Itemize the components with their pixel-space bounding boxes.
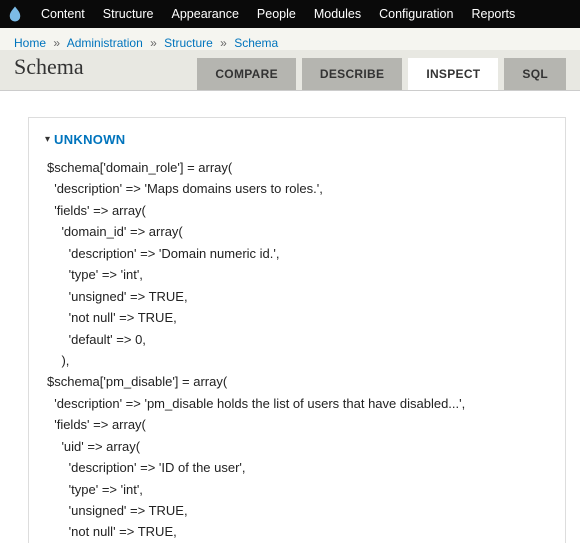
nav-reports[interactable]: Reports — [462, 0, 524, 28]
code-line: 'description' => 'Domain numeric id.', — [47, 243, 549, 264]
caret-down-icon: ▾ — [45, 134, 50, 145]
tab-inspect[interactable]: INSPECT — [408, 58, 498, 90]
breadcrumb-sep: » — [150, 36, 157, 50]
breadcrumb-structure[interactable]: Structure — [164, 36, 213, 50]
drupal-logo-icon — [4, 3, 26, 25]
code-line: ), — [47, 350, 549, 371]
nav-appearance[interactable]: Appearance — [163, 0, 248, 28]
breadcrumb-sep: » — [220, 36, 227, 50]
tab-describe[interactable]: DESCRIBE — [302, 58, 402, 90]
code-line: 'description' => 'Maps domains users to … — [47, 178, 549, 199]
code-line: 'unsigned' => TRUE, — [47, 286, 549, 307]
code-line: 'fields' => array( — [47, 414, 549, 435]
breadcrumb-home[interactable]: Home — [14, 36, 46, 50]
tab-sql[interactable]: SQL — [504, 58, 566, 90]
code-line: 'description' => 'ID of the user', — [47, 457, 549, 478]
code-line: $schema['domain_role'] = array( — [47, 157, 549, 178]
code-line: 'default' => 0, — [47, 329, 549, 350]
nav-structure[interactable]: Structure — [94, 0, 163, 28]
code-line: 'uid' => array( — [47, 436, 549, 457]
code-line: 'type' => 'int', — [47, 264, 549, 285]
nav-modules[interactable]: Modules — [305, 0, 370, 28]
local-tabs: COMPARE DESCRIBE INSPECT SQL — [197, 58, 566, 90]
section-label: UNKNOWN — [54, 132, 125, 147]
breadcrumb: Home » Administration » Structure » Sche… — [0, 28, 580, 50]
main-content: ▾ UNKNOWN $schema['domain_role'] = array… — [0, 91, 580, 543]
code-line: 'not null' => TRUE, — [47, 521, 549, 542]
section-toggle-unknown[interactable]: ▾ UNKNOWN — [45, 132, 549, 147]
title-bar: Schema COMPARE DESCRIBE INSPECT SQL — [0, 50, 580, 91]
code-line: 'type' => 'int', — [47, 479, 549, 500]
nav-people[interactable]: People — [248, 0, 305, 28]
breadcrumb-sep: » — [53, 36, 60, 50]
inspect-panel: ▾ UNKNOWN $schema['domain_role'] = array… — [28, 117, 566, 543]
code-line: 'description' => 'pm_disable holds the l… — [47, 393, 549, 414]
nav-configuration[interactable]: Configuration — [370, 0, 462, 28]
breadcrumb-administration[interactable]: Administration — [67, 36, 143, 50]
code-line: 'fields' => array( — [47, 200, 549, 221]
tab-compare[interactable]: COMPARE — [197, 58, 296, 90]
code-line: 'not null' => TRUE, — [47, 307, 549, 328]
code-line: 'domain_id' => array( — [47, 221, 549, 242]
nav-content[interactable]: Content — [32, 0, 94, 28]
code-line: 'unsigned' => TRUE, — [47, 500, 549, 521]
breadcrumb-schema[interactable]: Schema — [234, 36, 278, 50]
schema-code-output: $schema['domain_role'] = array( 'descrip… — [45, 157, 549, 543]
admin-topbar: Content Structure Appearance People Modu… — [0, 0, 580, 28]
code-line: $schema['pm_disable'] = array( — [47, 371, 549, 392]
page-title: Schema — [14, 54, 84, 90]
